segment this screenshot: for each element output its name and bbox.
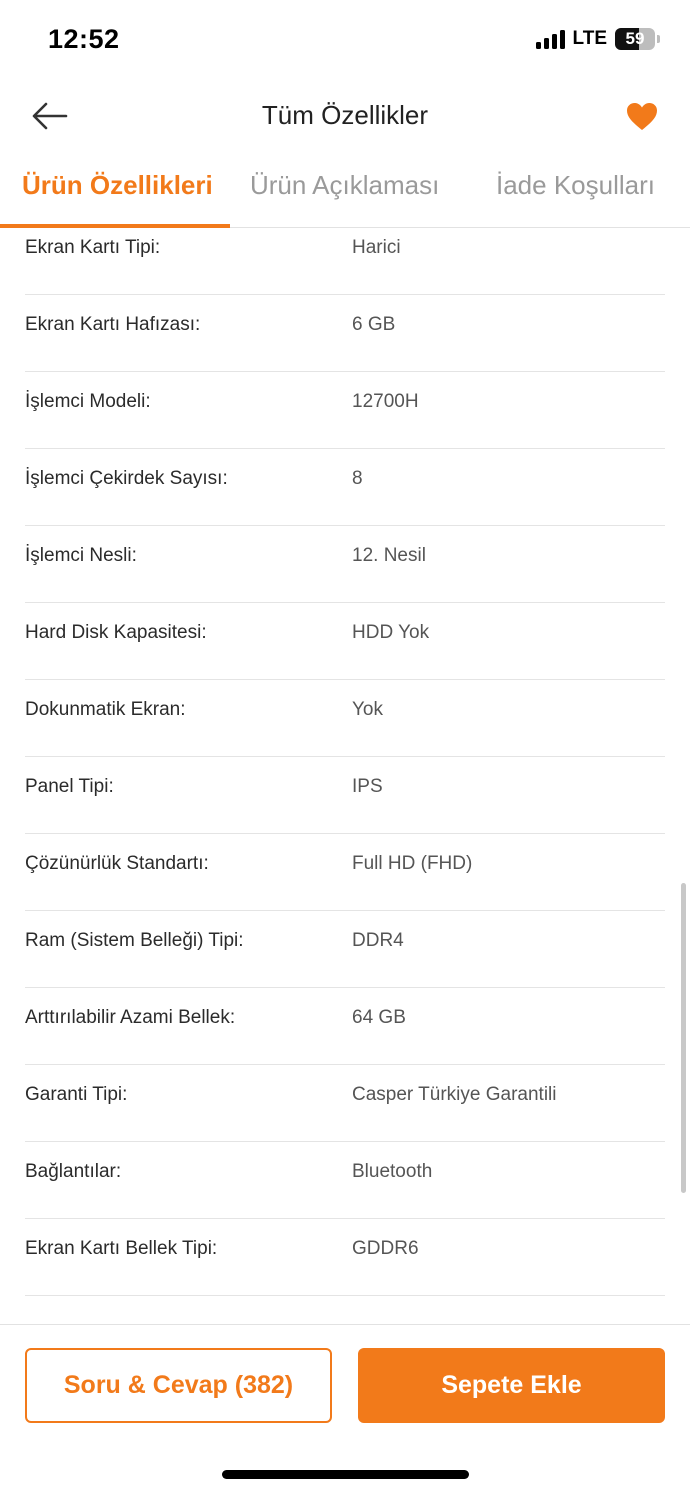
questions-answers-button[interactable]: Soru & Cevap (382) <box>25 1348 332 1423</box>
spec-row: İşlemci Çekirdek Sayısı: 8 <box>25 449 665 526</box>
spec-row: Dokunmatik Ekran: Yok <box>25 680 665 757</box>
tab-bar: Ürün Özellikleri Ürün Açıklaması İade Ko… <box>0 160 690 228</box>
spec-row: Arttırılabilir Azami Bellek: 64 GB <box>25 988 665 1065</box>
spec-label: Bağlantılar: <box>25 1161 122 1182</box>
spec-label: Çözünürlük Standartı: <box>25 853 209 874</box>
tab-return-conditions[interactable]: İade Koşulları <box>496 170 655 201</box>
spec-value: 64 GB <box>352 1007 406 1028</box>
spec-label: Dokunmatik Ekran: <box>25 699 186 720</box>
spec-label: Ekran Kartı Hafızası: <box>25 314 201 335</box>
spec-row: Garanti Tipi: Casper Türkiye Garantili <box>25 1065 665 1142</box>
spec-label: Garanti Tipi: <box>25 1084 128 1105</box>
spec-row: Ekran Kartı Bellek Tipi: GDDR6 <box>25 1219 665 1296</box>
spec-value: Casper Türkiye Garantili <box>352 1084 557 1105</box>
spec-value: DDR4 <box>352 930 404 951</box>
spec-label: Ekran Kartı Bellek Tipi: <box>25 1238 218 1259</box>
spec-row: İşlemci Modeli: 12700H <box>25 372 665 449</box>
status-indicators: LTE 59 <box>535 28 660 50</box>
spec-row: Ekran Kartı Tipi: Harici <box>25 228 665 295</box>
spec-row: Ekran Kartı Hafızası: 6 GB <box>25 295 665 372</box>
spec-label: Ram (Sistem Belleği) Tipi: <box>25 930 244 951</box>
spec-value: Yok <box>352 699 383 720</box>
page-title: Tüm Özellikler <box>261 100 429 130</box>
battery-level: 59 <box>625 29 645 48</box>
spec-value: Bluetooth <box>352 1161 433 1182</box>
spec-label: Arttırılabilir Azami Bellek: <box>25 1007 236 1028</box>
spec-value: HDD Yok <box>352 622 430 643</box>
heart-icon <box>627 102 657 130</box>
spec-value: Full HD (FHD) <box>352 853 473 874</box>
status-bar: 12:52 LTE 59 <box>0 0 690 80</box>
header: Tüm Özellikler <box>0 86 690 146</box>
add-to-cart-button[interactable]: Sepete Ekle <box>358 1348 665 1423</box>
status-time: 12:52 <box>48 24 120 54</box>
spec-list[interactable]: Ekran Kartı Tipi: Harici Ekran Kartı Haf… <box>0 228 690 1324</box>
spec-row: Ram (Sistem Belleği) Tipi: DDR4 <box>25 911 665 988</box>
spec-label: İşlemci Modeli: <box>25 391 151 412</box>
spec-value: 12. Nesil <box>352 545 426 566</box>
spec-label: Hard Disk Kapasitesi: <box>25 622 207 643</box>
screen: 12:52 LTE 59 Tüm Özellikler Ürün Özellik… <box>0 0 690 1493</box>
battery-icon: 59 <box>615 28 655 50</box>
spec-value: GDDR6 <box>352 1238 419 1259</box>
home-indicator[interactable] <box>222 1470 469 1479</box>
spec-label: Ekran Kartı Tipi: <box>25 237 161 258</box>
spec-value: IPS <box>352 776 383 797</box>
scrollbar[interactable] <box>681 883 686 1193</box>
network-type: LTE <box>572 28 607 49</box>
spec-row: Panel Tipi: IPS <box>25 757 665 834</box>
spec-row: Çözünürlük Standartı: Full HD (FHD) <box>25 834 665 911</box>
spec-label: Panel Tipi: <box>25 776 114 797</box>
spec-label: İşlemci Nesli: <box>25 545 137 566</box>
spec-row: Bağlantılar: Bluetooth <box>25 1142 665 1219</box>
tab-product-features[interactable]: Ürün Özellikleri <box>22 170 213 201</box>
spec-value: 8 <box>352 468 363 489</box>
spec-value: 6 GB <box>352 314 396 335</box>
battery-cap <box>657 35 660 43</box>
favorite-button[interactable] <box>622 96 662 136</box>
bottom-action-bar: Soru & Cevap (382) Sepete Ekle <box>0 1324 690 1493</box>
spec-value: Harici <box>352 237 401 258</box>
spec-row: İşlemci Nesli: 12. Nesil <box>25 526 665 603</box>
spec-value: 12700H <box>352 391 419 412</box>
tab-product-description[interactable]: Ürün Açıklaması <box>250 170 439 201</box>
spec-label: İşlemci Çekirdek Sayısı: <box>25 468 228 489</box>
cellular-signal-icon <box>535 29 565 49</box>
spec-row: Hard Disk Kapasitesi: HDD Yok <box>25 603 665 680</box>
